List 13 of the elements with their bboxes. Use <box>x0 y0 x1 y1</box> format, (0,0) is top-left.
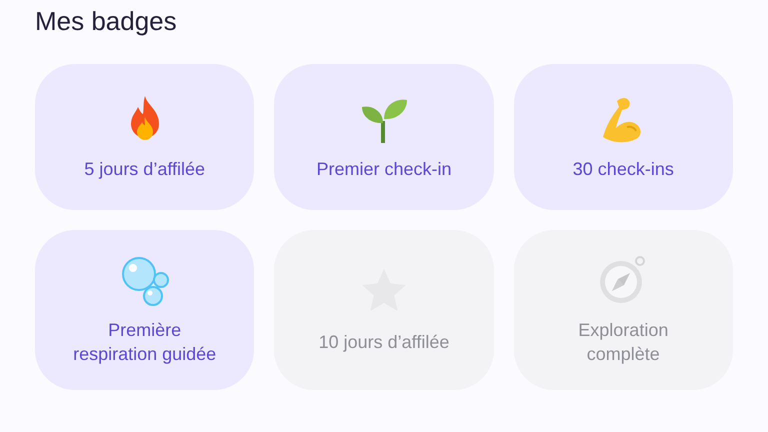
badge-label: Première respiration guidée <box>72 319 218 366</box>
badge-label: 10 jours d’affilée <box>318 331 450 354</box>
badge-label: 30 check-ins <box>572 158 674 181</box>
badge-card[interactable]: 5 jours d’affilée <box>35 64 254 210</box>
badge-card[interactable]: 30 check-ins <box>514 64 733 210</box>
badge-card[interactable]: Premier check-in <box>274 64 494 210</box>
badge-label: 5 jours d’affilée <box>84 158 206 181</box>
badge-card[interactable]: Exploration complète <box>514 230 733 390</box>
badge-card[interactable]: Première respiration guidée <box>35 230 254 390</box>
badge-card[interactable]: 10 jours d’affilée <box>274 230 494 390</box>
section-title: Mes badges <box>35 5 178 38</box>
badge-label: Premier check-in <box>316 158 452 181</box>
badge-label: Exploration complète <box>577 319 670 366</box>
